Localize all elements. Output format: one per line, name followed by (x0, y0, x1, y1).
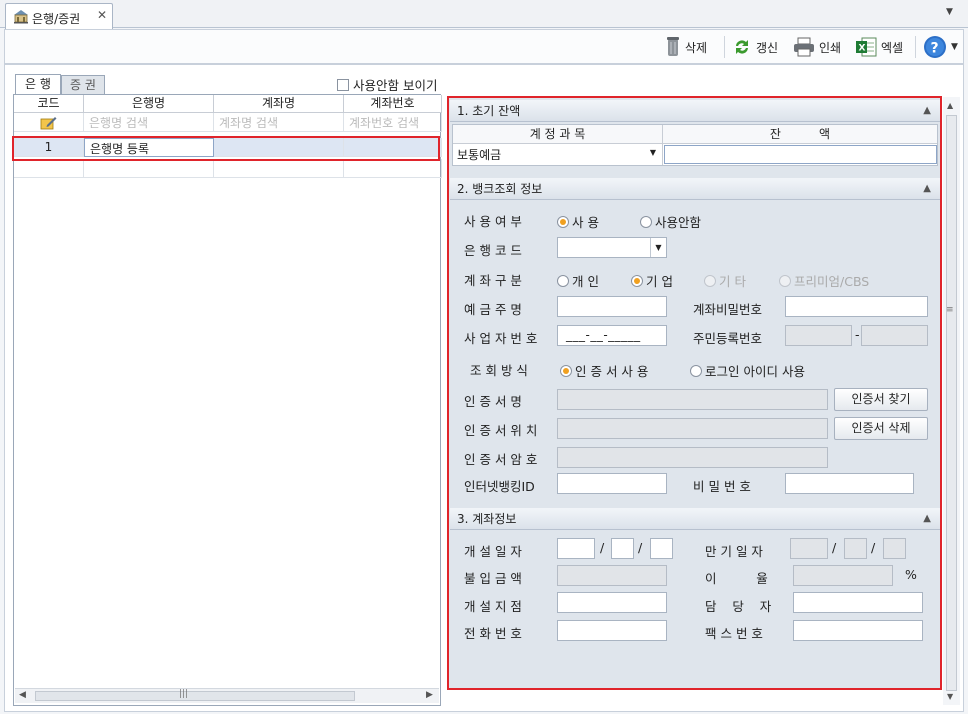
horizontal-scrollbar[interactable]: ◀ ||| ▶ (15, 688, 439, 703)
column-header-code[interactable]: 코드 (14, 95, 84, 113)
edit-filter-icon (40, 117, 57, 130)
refresh-label: 갱신 (756, 40, 779, 55)
row-highlight-box (12, 136, 440, 161)
print-button[interactable]: 인쇄 (793, 34, 841, 60)
document-tab-title: 은행/증권 (32, 12, 81, 26)
tab-bank[interactable]: 은 행 (15, 74, 61, 95)
excel-icon: X (856, 37, 877, 57)
trash-icon (667, 37, 679, 56)
scroll-down-icon[interactable]: ▼ (947, 692, 953, 701)
toolbar-divider (724, 36, 725, 58)
scroll-left-icon[interactable]: ◀ (19, 690, 26, 700)
detail-highlight-box (447, 96, 942, 690)
tab-securities-label: 증 권 (70, 78, 96, 92)
tab-securities[interactable]: 증 권 (61, 75, 105, 95)
vertical-scrollbar[interactable]: ▲ ≡ ▼ (943, 97, 960, 705)
filter-cell-code (14, 113, 84, 132)
excel-label: 엑셀 (881, 40, 904, 55)
table-row-empty (84, 159, 214, 178)
column-header-account-name[interactable]: 계좌명 (214, 95, 344, 113)
document-tab-bar (0, 0, 968, 28)
table-row-empty (344, 159, 442, 178)
toolbar: 삭제 갱신 인쇄 X 엑셀 ? ▼ (4, 29, 964, 64)
svg-text:?: ? (931, 41, 939, 57)
delete-label: 삭제 (685, 40, 708, 55)
bank-icon (14, 10, 28, 24)
bank-grid: 코드 은행명 계좌명 계좌번호 은행명 검색 계좌명 검색 계좌번호 검색 1 … (13, 94, 442, 706)
column-header-bank-name[interactable]: 은행명 (84, 95, 214, 113)
tab-bank-label: 은 행 (25, 77, 51, 91)
close-icon[interactable]: ✕ (97, 8, 107, 22)
bank-name-filter[interactable]: 은행명 검색 (84, 113, 214, 132)
refresh-icon (736, 40, 748, 54)
help-button[interactable]: ? ▼ (923, 34, 958, 60)
print-label: 인쇄 (819, 40, 842, 55)
scroll-up-icon[interactable]: ▲ (947, 101, 953, 110)
scroll-right-icon[interactable]: ▶ (426, 690, 433, 700)
delete-button[interactable]: 삭제 (665, 34, 707, 60)
show-unused-label: 사용안함 보이기 (353, 78, 438, 93)
help-dropdown-chevron-icon[interactable]: ▼ (951, 42, 958, 52)
toolbar-divider (915, 36, 916, 58)
checkbox-box[interactable] (337, 78, 349, 91)
scroll-thumb[interactable] (946, 115, 957, 691)
document-tab-bank[interactable]: 은행/증권 ✕ (5, 3, 113, 29)
scroll-grip-icon: ≡ (946, 305, 954, 315)
table-row-empty (214, 159, 344, 178)
svg-text:X: X (859, 44, 866, 54)
show-unused-checkbox[interactable]: 사용안함 보이기 (337, 75, 437, 94)
account-name-filter[interactable]: 계좌명 검색 (214, 113, 344, 132)
column-header-account-number[interactable]: 계좌번호 (344, 95, 442, 113)
scroll-grip-icon: ||| (179, 689, 189, 699)
printer-icon (794, 37, 814, 57)
scroll-thumb[interactable] (35, 691, 355, 701)
table-row-empty (14, 159, 84, 178)
excel-button[interactable]: X 엑셀 (855, 34, 903, 60)
account-number-filter[interactable]: 계좌번호 검색 (344, 113, 442, 132)
help-icon: ? (924, 36, 946, 58)
refresh-button[interactable]: 갱신 (732, 34, 778, 60)
chevron-down-icon[interactable]: ▼ (946, 7, 953, 17)
